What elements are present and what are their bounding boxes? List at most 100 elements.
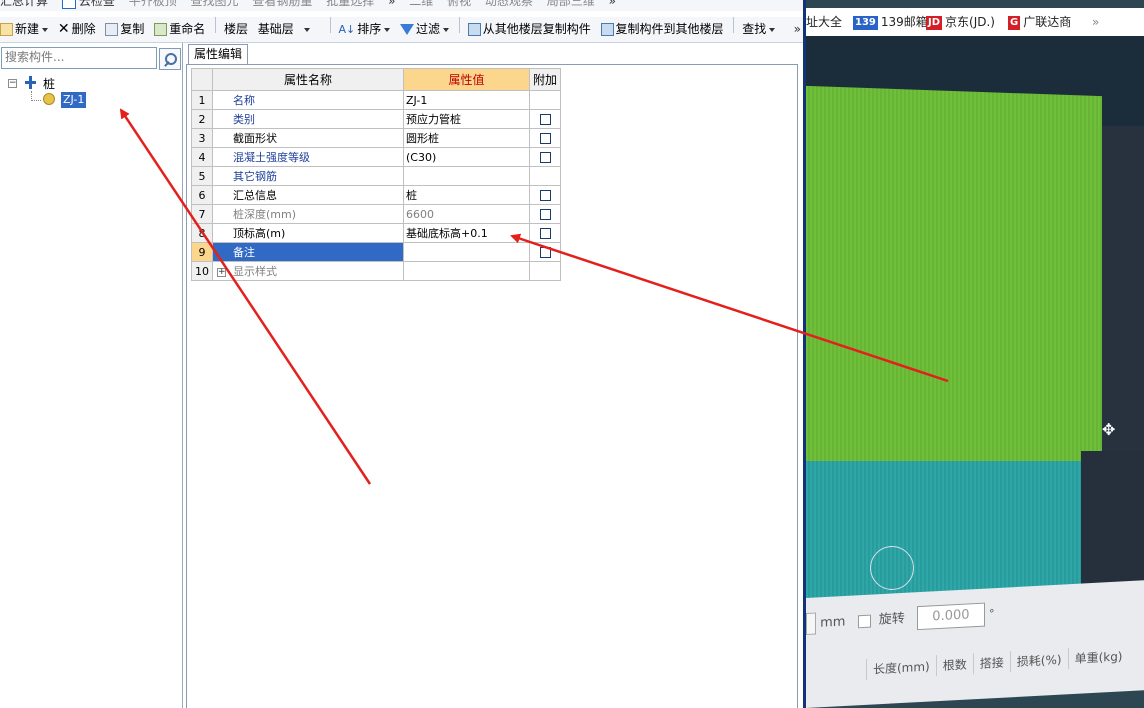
extra-cell	[529, 242, 561, 262]
extra-checkbox[interactable]	[539, 209, 551, 220]
property-name: 类别	[212, 109, 404, 129]
property-value[interactable]: ZJ-1	[403, 90, 530, 110]
row-number: 8	[191, 223, 213, 243]
expand-icon[interactable]: +	[217, 267, 226, 277]
property-value[interactable]	[403, 242, 530, 262]
search-button[interactable]	[159, 48, 181, 70]
extra-checkbox[interactable]	[539, 114, 551, 125]
new-icon	[0, 23, 13, 36]
bookmark-label: 广联达商	[1023, 15, 1072, 29]
tree-root-pile[interactable]: 桩	[43, 76, 55, 92]
table-row[interactable]: 1 名称 ZJ-1	[191, 90, 561, 110]
toolbar-more-button[interactable]: »	[794, 17, 801, 42]
property-name: 顶标高(m)	[212, 223, 404, 243]
column-header: 长度(mm)	[866, 655, 936, 680]
search-input[interactable]	[2, 48, 158, 66]
bookmarks-bar: 址大全 139 139邮箱 JD 京东(JD.) G 广联达商 »	[806, 8, 1144, 36]
copy-from-floor-button[interactable]: 从其他楼层复制构件	[467, 17, 591, 42]
degree-label: °	[989, 607, 995, 621]
table-row[interactable]: 7 桩深度(mm) 6600	[191, 204, 561, 224]
rebar-table-header: 长度(mm) 根数 搭接 损耗(%) 单重(kg)	[866, 645, 1129, 680]
bookmark-139mail[interactable]: 139 139邮箱	[853, 14, 928, 30]
glodon-icon: G	[1008, 15, 1021, 30]
align-slab-top-button[interactable]: 平齐板顶	[129, 0, 177, 11]
toolbar-separator	[329, 17, 331, 33]
property-value[interactable]: 6600	[403, 204, 530, 224]
column-header: 单重(kg)	[1067, 645, 1129, 670]
jd-icon: JD	[926, 15, 943, 30]
property-name: 汇总信息	[212, 185, 404, 205]
table-row-selected[interactable]: 9 备注	[191, 242, 561, 262]
tree-item-zj1[interactable]: ZJ-1	[61, 92, 87, 108]
chevron-down-icon	[443, 27, 450, 32]
filter-label: 过滤	[416, 22, 441, 36]
batch-select-button[interactable]: 批量选择	[326, 0, 374, 11]
local-3d-button[interactable]: 局部三维	[547, 0, 595, 11]
extra-checkbox[interactable]	[539, 133, 551, 144]
bookmarks-more-button[interactable]: »	[1092, 14, 1099, 30]
property-value[interactable]: 预应力管桩	[403, 109, 530, 129]
toolbar-separator	[458, 17, 460, 33]
find-element-button[interactable]: 查找图元	[191, 0, 239, 11]
property-value[interactable]: 圆形桩	[403, 128, 530, 148]
stepper-icon[interactable]	[806, 612, 816, 635]
copy-button[interactable]: 复制	[105, 17, 144, 42]
property-value[interactable]	[403, 166, 530, 186]
summary-calc-button[interactable]: 汇总计算	[0, 0, 48, 11]
dynamic-view-button[interactable]: 动态观察	[485, 0, 533, 11]
extra-checkbox[interactable]	[539, 228, 551, 239]
property-value[interactable]: (C30)	[403, 147, 530, 167]
bookmark-glodon[interactable]: G 广联达商	[1008, 14, 1071, 30]
find-button[interactable]: 查找	[742, 17, 776, 42]
3d-viewport[interactable]: ✥	[806, 36, 1144, 616]
table-row[interactable]: 2 类别 预应力管桩	[191, 109, 561, 129]
property-name-group[interactable]: + 显示样式	[212, 261, 404, 281]
search-box	[1, 47, 158, 69]
copy-to-floor-label: 复制构件到其他楼层	[615, 22, 724, 36]
row-number: 3	[191, 128, 213, 148]
table-row[interactable]: 5 其它钢筋	[191, 166, 561, 186]
new-button[interactable]: 新建	[0, 17, 49, 42]
bookmark-jd[interactable]: JD 京东(JD.)	[926, 14, 995, 30]
rotate-label: 旋转	[878, 611, 905, 628]
extra-checkbox[interactable]	[539, 152, 551, 163]
rename-label: 重命名	[169, 22, 206, 36]
top-view-button[interactable]: 俯视	[447, 0, 471, 11]
delete-button[interactable]: ✕ 删除	[58, 17, 96, 42]
view-2d-dropdown[interactable]: 二维	[409, 0, 433, 11]
cloud-check-label: 云检查	[78, 0, 115, 8]
view-rebar-button[interactable]: 查看钢筋量	[252, 0, 312, 11]
row-number: 5	[191, 166, 213, 186]
orbit-arc	[806, 376, 1144, 616]
floor-label: 楼层	[223, 22, 248, 36]
extra-checkbox[interactable]	[539, 247, 551, 258]
cloud-check-button[interactable]: 云检查	[61, 0, 115, 11]
toolbar-more-top-left[interactable]: »	[388, 0, 395, 11]
filter-button[interactable]: 过滤	[400, 17, 450, 42]
rename-button[interactable]: 重命名	[154, 17, 205, 42]
component-icon	[43, 93, 55, 105]
orbit-handle[interactable]	[870, 546, 914, 590]
toolbar-more-top-right[interactable]: »	[609, 0, 616, 11]
copy-from-floor-label: 从其他楼层复制构件	[482, 22, 591, 36]
floor-select[interactable]: 基础层	[258, 17, 320, 42]
table-row[interactable]: 8 顶标高(m) 基础底标高+0.1	[191, 223, 561, 243]
copy-to-floor-button[interactable]: 复制构件到其他楼层	[600, 17, 724, 42]
table-row[interactable]: 6 汇总信息 桩	[191, 185, 561, 205]
find-label: 查找	[742, 22, 767, 36]
bookmark-hao123[interactable]: 址大全	[806, 14, 842, 30]
table-row[interactable]: 3 截面形状 圆形桩	[191, 128, 561, 148]
tree-collapse-toggle[interactable]: −	[8, 79, 17, 88]
tab-property-edit[interactable]: 属性编辑	[188, 44, 249, 64]
property-name: 桩深度(mm)	[212, 204, 404, 224]
sort-button[interactable]: A↓ 排序	[338, 17, 391, 42]
property-value[interactable]: 基础底标高+0.1	[403, 223, 530, 243]
rotate-checkbox[interactable]	[857, 614, 871, 628]
property-value[interactable]	[403, 261, 530, 281]
table-row[interactable]: 4 混凝土强度等级 (C30)	[191, 147, 561, 167]
table-row[interactable]: 10 + 显示样式	[191, 261, 561, 281]
extra-checkbox[interactable]	[539, 190, 551, 201]
property-value[interactable]: 桩	[403, 185, 530, 205]
row-number: 2	[191, 109, 213, 129]
rotate-input[interactable]: 0.000	[916, 602, 985, 631]
